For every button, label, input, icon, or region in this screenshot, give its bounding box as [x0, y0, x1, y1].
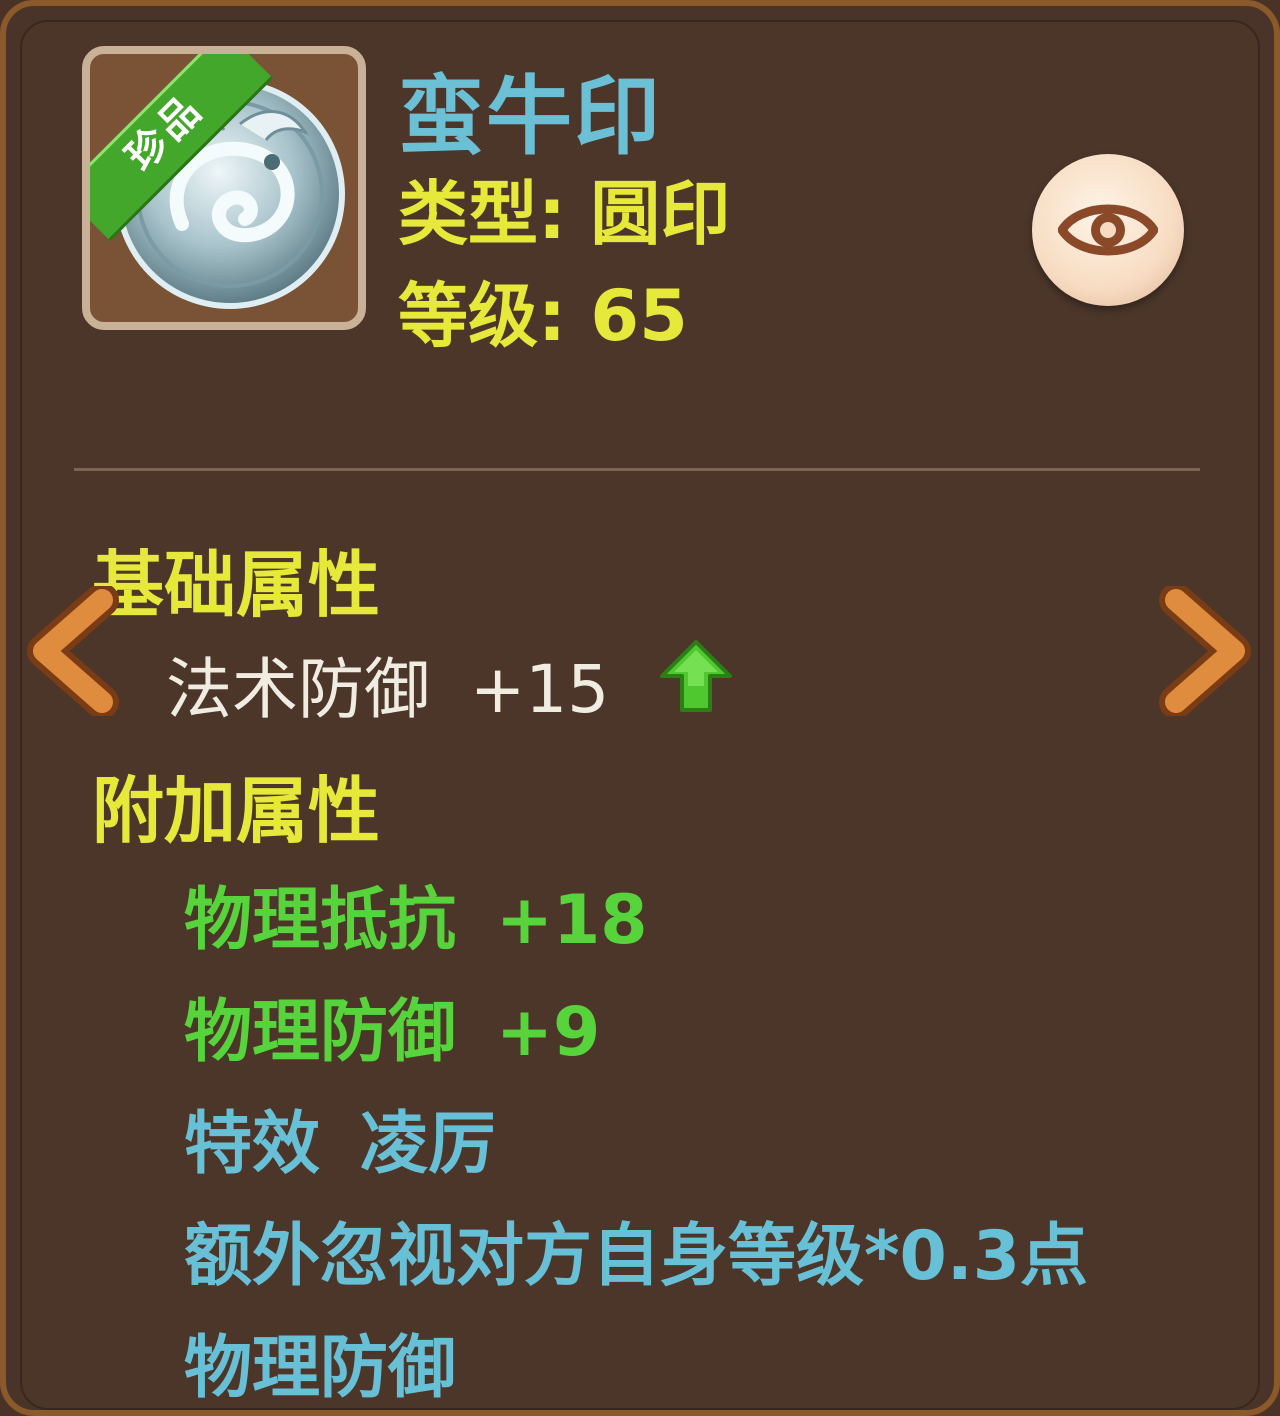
attribute-value: +9: [496, 993, 601, 1072]
effect-label: 特效: [184, 1105, 321, 1184]
base-attribute-row: 法术防御 +15: [166, 636, 609, 732]
chevron-right-icon[interactable]: [1150, 586, 1260, 716]
type-label: 类型:: [398, 173, 566, 255]
extra-attribute-row: 物理抵抗 +18: [184, 864, 648, 963]
attribute-name: 物理抵抗: [184, 881, 457, 960]
item-name: 蛮牛印: [398, 67, 662, 167]
effect-description: 额外忽视对方自身等级*0.3点: [184, 1217, 1089, 1296]
eye-icon: [1058, 204, 1158, 256]
item-type-line: 类型: 圆印: [398, 158, 730, 259]
up-arrow-icon: [660, 640, 732, 712]
base-attributes-title: 基础属性: [92, 543, 381, 627]
special-effect-row: 特效 凌厉: [184, 1088, 496, 1187]
level-value: 65: [590, 275, 688, 357]
extra-attribute-row: 物理防御 +9: [184, 976, 600, 1075]
attribute-name: 法术防御: [166, 651, 430, 728]
attribute-value: +15: [470, 651, 610, 728]
type-value: 圆印: [590, 173, 731, 255]
effect-description-continued: 物理防御: [184, 1329, 457, 1408]
extra-attributes-title: 附加属性: [92, 769, 381, 853]
effect-name: 凌厉: [360, 1105, 497, 1184]
item-level-line: 等级: 65: [398, 260, 688, 361]
attribute-name: 物理防御: [184, 993, 457, 1072]
attribute-value: +18: [496, 881, 648, 960]
item-icon-slot[interactable]: 珍品: [82, 46, 366, 330]
level-label: 等级:: [398, 275, 566, 357]
chevron-left-icon[interactable]: [18, 586, 128, 716]
divider: [74, 468, 1200, 471]
view-button[interactable]: [1032, 154, 1184, 306]
